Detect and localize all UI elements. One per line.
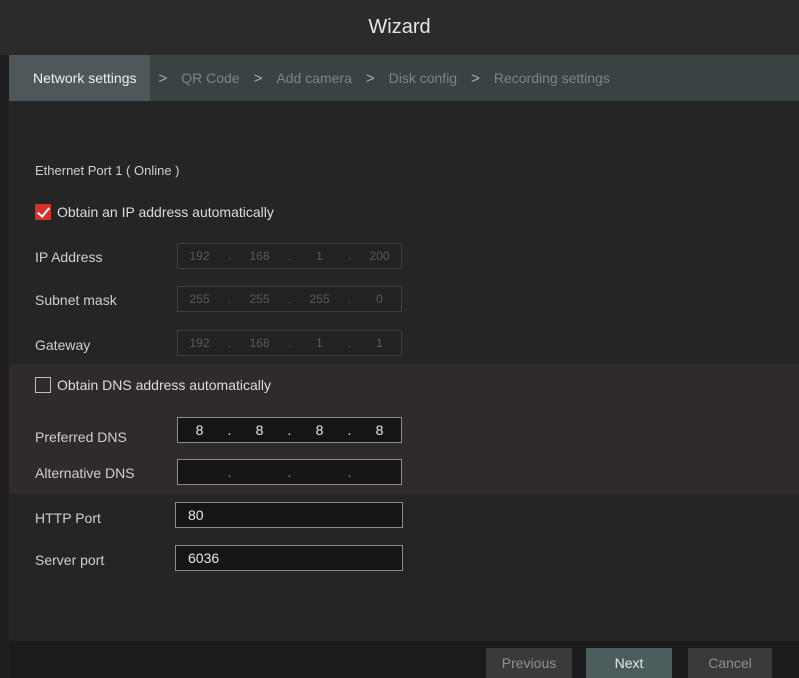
ip-octet: 1	[376, 336, 383, 350]
ip-address-label: IP Address	[35, 249, 103, 265]
gateway-field: 192 . 168 . 1 . 1	[177, 330, 402, 356]
window-title: Wizard	[368, 16, 431, 38]
preferred-dns-label: Preferred DNS	[35, 429, 127, 445]
octet-dot: .	[347, 292, 352, 306]
octet-dot: .	[287, 292, 292, 306]
obtain-ip-auto-checkbox[interactable]: Obtain an IP address automatically	[35, 204, 274, 220]
obtain-ip-auto-label: Obtain an IP address automatically	[57, 204, 274, 220]
ip-octet: 255	[249, 292, 270, 306]
octet-dot: .	[287, 422, 292, 438]
gateway-label: Gateway	[35, 337, 91, 353]
ip-octet: 1	[316, 249, 323, 263]
http-port-label: HTTP Port	[35, 510, 101, 526]
alternative-dns-field[interactable]: . . .	[177, 459, 402, 485]
checkbox-checked-icon[interactable]	[35, 204, 51, 220]
preferred-dns-field[interactable]: 8 . 8 . 8 . 8	[177, 417, 402, 443]
step-separator-icon: >	[158, 69, 168, 87]
step-disk-config[interactable]: Disk config	[383, 70, 463, 86]
octet-dot: .	[287, 464, 292, 480]
next-button[interactable]: Next	[586, 648, 672, 678]
step-add-camera[interactable]: Add camera	[270, 70, 357, 86]
ip-address-field: 192 . 168 . 1 . 200	[177, 243, 402, 269]
octet-dot: .	[347, 422, 352, 438]
server-port-input[interactable]: 6036	[175, 545, 403, 571]
wizard-steps: Network settings > QR Code > Add camera …	[9, 55, 799, 101]
ip-octet[interactable]: 8	[304, 422, 336, 438]
previous-button[interactable]: Previous	[486, 648, 572, 678]
subnet-mask-field: 255 . 255 . 255 . 0	[177, 286, 402, 312]
window-title-bar: Wizard	[0, 0, 799, 55]
ip-octet: 192	[189, 336, 210, 350]
ip-octet[interactable]: 8	[184, 422, 216, 438]
step-separator-icon: >	[253, 69, 263, 87]
ip-octet[interactable]: 8	[364, 422, 396, 438]
octet-dot: .	[227, 422, 232, 438]
octet-dot: .	[227, 292, 232, 306]
octet-dot: .	[227, 336, 232, 350]
obtain-dns-auto-checkbox[interactable]: Obtain DNS address automatically	[35, 377, 271, 393]
button-bar	[9, 641, 799, 678]
octet-dot: .	[347, 336, 352, 350]
cancel-button[interactable]: Cancel	[688, 648, 772, 678]
ip-octet: 192	[189, 249, 210, 263]
ip-octet: 168	[249, 249, 270, 263]
step-recording-settings[interactable]: Recording settings	[488, 70, 616, 86]
octet-dot: .	[347, 464, 352, 480]
http-port-input[interactable]: 80	[175, 502, 403, 528]
checkbox-unchecked-icon[interactable]	[35, 377, 51, 393]
octet-dot: .	[227, 464, 232, 480]
server-port-label: Server port	[35, 552, 105, 568]
step-separator-icon: >	[365, 69, 375, 87]
ip-octet: 255	[189, 292, 210, 306]
ip-octet[interactable]: 8	[244, 422, 276, 438]
ip-octet: 1	[316, 336, 323, 350]
octet-dot: .	[287, 249, 292, 263]
alternative-dns-label: Alternative DNS	[35, 465, 135, 481]
step-network-settings[interactable]: Network settings	[9, 55, 151, 101]
ethernet-port-title: Ethernet Port 1 ( Online )	[35, 163, 180, 178]
ip-octet: 255	[309, 292, 330, 306]
ip-octet: 200	[369, 249, 390, 263]
obtain-dns-auto-label: Obtain DNS address automatically	[57, 377, 271, 393]
octet-dot: .	[227, 249, 232, 263]
step-separator-icon: >	[471, 69, 480, 87]
ip-octet: 0	[376, 292, 383, 306]
step-qr-code[interactable]: QR Code	[175, 70, 245, 86]
ip-octet: 168	[249, 336, 270, 350]
subnet-mask-label: Subnet mask	[35, 292, 117, 308]
octet-dot: .	[347, 249, 352, 263]
octet-dot: .	[287, 336, 292, 350]
